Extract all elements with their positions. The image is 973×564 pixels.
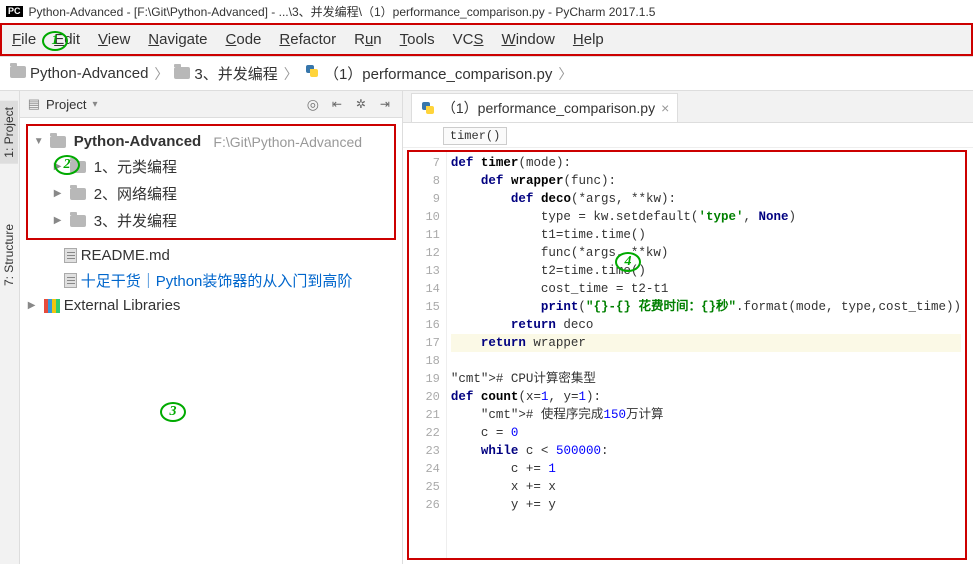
- menu-navigate[interactable]: Navigate: [148, 31, 207, 48]
- breadcrumb-folder[interactable]: 3、并发编程: [174, 63, 277, 84]
- side-tab-structure[interactable]: 7: Structure: [2, 224, 16, 286]
- tree-folder[interactable]: ▶ 3、并发编程: [32, 207, 390, 234]
- chevron-right-icon: ▶: [54, 161, 66, 172]
- chevron-right-icon: ▶: [54, 215, 66, 226]
- hide-panel-icon[interactable]: ⇥: [376, 95, 394, 113]
- collapse-all-icon[interactable]: ⇤: [328, 95, 346, 113]
- tree-external-libraries[interactable]: ▶ External Libraries: [26, 294, 396, 317]
- main-area: 1: Project 7: Structure ▤ Project ▾ ◎ ⇤ …: [0, 91, 973, 564]
- python-icon: [420, 100, 436, 116]
- project-tree: ▼ Python-Advanced F:\Git\Python-Advanced…: [20, 118, 402, 323]
- menu-edit[interactable]: Edit: [54, 31, 80, 48]
- project-panel-header: ▤ Project ▾ ◎ ⇤ ✲ ⇥: [20, 91, 402, 118]
- chevron-right-icon: ▶: [54, 188, 66, 199]
- breadcrumb: Python-Advanced 〉 3、并发编程 〉 （1）performanc…: [0, 56, 973, 91]
- chevron-down-icon: ▼: [34, 136, 46, 147]
- line-gutter: 7891011121314151617181920212223242526: [409, 152, 447, 558]
- folder-icon: [174, 67, 190, 79]
- tree-root[interactable]: ▼ Python-Advanced F:\Git\Python-Advanced: [32, 130, 390, 153]
- editor-crumb-bar: timer(): [403, 123, 973, 148]
- tree-folder[interactable]: ▶ 2、网络编程: [32, 180, 390, 207]
- scroll-from-source-icon[interactable]: ◎: [304, 95, 322, 113]
- editor-body[interactable]: 7891011121314151617181920212223242526 de…: [407, 150, 967, 560]
- folder-icon: [70, 161, 86, 173]
- tree-folder[interactable]: ▶ 1、元类编程: [32, 153, 390, 180]
- tree-file[interactable]: README.md: [26, 244, 396, 267]
- chevron-right-icon: 〉: [558, 64, 572, 84]
- file-icon: [64, 248, 77, 263]
- menu-window[interactable]: Window: [502, 31, 555, 48]
- folder-icon: [70, 188, 86, 200]
- menu-vcs[interactable]: VCS: [453, 31, 484, 48]
- file-icon: [64, 273, 77, 288]
- menu-refactor[interactable]: Refactor: [279, 31, 336, 48]
- menu-help[interactable]: Help: [573, 31, 604, 48]
- menu-file[interactable]: File: [12, 31, 36, 48]
- tree-file-link[interactable]: 十足干货｜Python装饰器的从入门到高阶: [26, 267, 396, 294]
- breadcrumb-file[interactable]: （1）performance_comparison.py: [304, 63, 553, 84]
- breadcrumb-root[interactable]: Python-Advanced: [10, 65, 148, 82]
- menu-code[interactable]: Code: [226, 31, 262, 48]
- chevron-right-icon: ▶: [28, 300, 40, 311]
- title-bar: PC Python-Advanced - [F:\Git\Python-Adva…: [0, 0, 973, 23]
- gear-icon[interactable]: ✲: [352, 95, 370, 113]
- menu-run[interactable]: Run: [354, 31, 382, 48]
- folder-icon: [10, 66, 26, 78]
- editor-tab[interactable]: （1）performance_comparison.py ×: [411, 93, 678, 122]
- project-panel: ▤ Project ▾ ◎ ⇤ ✲ ⇥ ▼ Python-Advanced F:…: [20, 91, 403, 564]
- menu-bar: File Edit View Navigate Code Refactor Ru…: [0, 23, 973, 56]
- library-icon: [44, 299, 60, 313]
- highlighted-tree-section: ▼ Python-Advanced F:\Git\Python-Advanced…: [26, 124, 396, 240]
- editor-tabs: （1）performance_comparison.py ×: [403, 91, 973, 123]
- menu-tools[interactable]: Tools: [400, 31, 435, 48]
- menu-view[interactable]: View: [98, 31, 130, 48]
- editor-tab-label: （1）performance_comparison.py: [442, 98, 655, 118]
- close-icon[interactable]: ×: [661, 100, 669, 116]
- editor-crumb[interactable]: timer(): [443, 127, 507, 145]
- side-tabs: 1: Project 7: Structure: [0, 91, 20, 564]
- editor-panel: （1）performance_comparison.py × timer() 7…: [403, 91, 973, 564]
- python-icon: [304, 63, 320, 79]
- side-tab-project[interactable]: 1: Project: [0, 101, 18, 164]
- folder-icon: [70, 215, 86, 227]
- window-title: Python-Advanced - [F:\Git\Python-Advance…: [29, 3, 656, 20]
- project-panel-label: Project: [46, 97, 86, 112]
- folder-icon: [50, 136, 66, 148]
- chevron-right-icon: 〉: [154, 64, 168, 84]
- code-area[interactable]: def timer(mode): def wrapper(func): def …: [447, 152, 965, 558]
- chevron-right-icon: 〉: [284, 64, 298, 84]
- pycharm-icon: PC: [6, 6, 23, 17]
